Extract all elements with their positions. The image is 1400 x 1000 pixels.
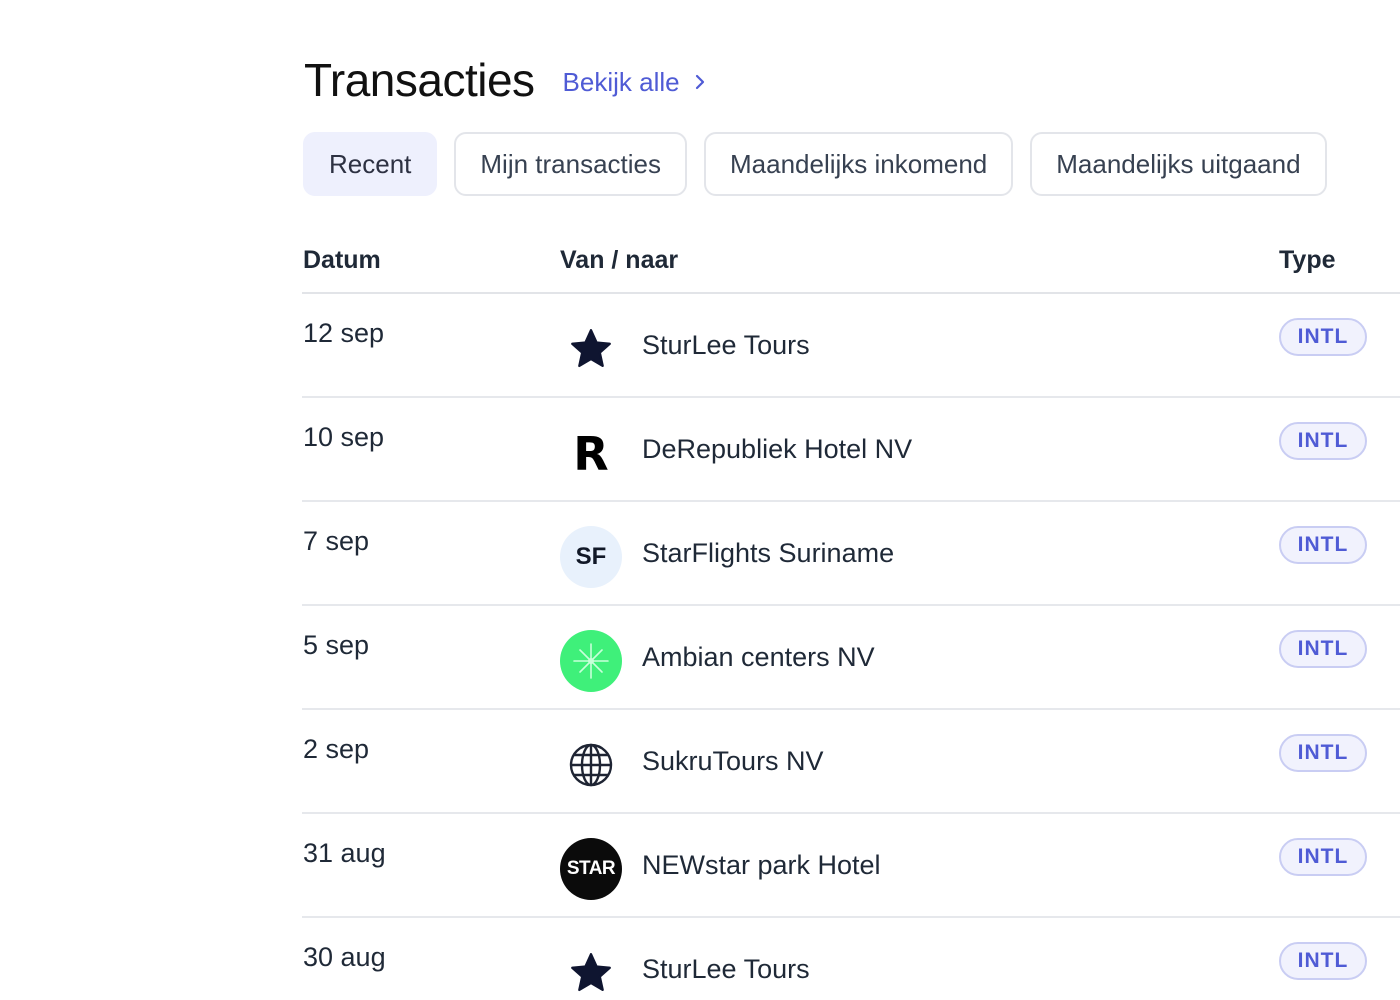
transactions-header: Transacties Bekijk alle [304,50,706,110]
sf-initials-avatar: SF [560,526,622,588]
row-party-name: StarFlights Suriname [642,538,895,568]
row-party-name: SukruTours NV [642,746,824,776]
view-all-label: Bekijk alle [562,66,680,97]
table-row[interactable]: 5 sep Ambian centers NV INTL [302,606,1400,710]
r-logo-icon: R [560,422,622,484]
tab-recent[interactable]: Recent [303,132,438,196]
table-row[interactable]: 7 sep SF StarFlights Suriname INTL [302,502,1400,606]
globe-icon [560,734,622,796]
r-logo-letter: R [573,428,608,478]
type-badge: INTL [1279,526,1367,564]
type-badge: INTL [1279,630,1367,668]
star-text-logo: STAR [560,838,622,900]
green-sparkle-icon [560,630,622,692]
type-badge: INTL [1279,318,1367,356]
row-party-name: NEWstar park Hotel [642,850,881,880]
column-header-type: Type [1279,246,1336,274]
view-all-link[interactable]: Bekijk alle [563,67,706,98]
page-title: Transacties [304,54,535,106]
table-row[interactable]: 30 aug SturLee Tours INTL [302,918,1400,1000]
transactions-table: Datum Van / naar Type 12 sep SturLee Tou… [302,230,1400,1000]
chevron-right-icon [695,74,704,90]
transactions-page: Transacties Bekijk alle Recent Mijn tran… [0,0,1400,1000]
row-date: 30 aug [303,942,386,972]
row-party-name: Ambian centers NV [642,642,875,672]
tab-monthly-outgoing[interactable]: Maandelijks uitgaand [1030,132,1327,196]
table-row[interactable]: 2 sep SukruTours NV INTL [302,710,1400,814]
type-badge: INTL [1279,422,1367,460]
column-header-date: Datum [303,246,381,274]
table-row[interactable]: 31 aug STAR NEWstar park Hotel INTL [302,814,1400,918]
star-icon [560,318,622,380]
row-party-name: SturLee Tours [642,954,810,984]
table-row[interactable]: 10 sep R DeRepubliek Hotel NV INTL [302,398,1400,502]
row-date: 31 aug [303,838,386,868]
row-date: 5 sep [303,630,370,660]
row-date: 7 sep [303,526,370,556]
filter-tabs: Recent Mijn transacties Maandelijks inko… [303,132,1344,196]
table-header: Datum Van / naar Type [302,230,1400,294]
type-badge: INTL [1279,942,1367,980]
tab-my-transactions[interactable]: Mijn transacties [454,132,688,196]
column-header-party: Van / naar [560,246,679,274]
row-date: 2 sep [303,734,370,764]
type-badge: INTL [1279,734,1367,772]
tab-monthly-incoming[interactable]: Maandelijks inkomend [704,132,1014,196]
table-row[interactable]: 12 sep SturLee Tours INTL [302,294,1400,398]
row-party-name: DeRepubliek Hotel NV [642,434,913,464]
star-icon [560,942,622,1000]
row-date: 12 sep [303,318,385,348]
type-badge: INTL [1279,838,1367,876]
row-party-name: SturLee Tours [642,330,810,360]
row-date: 10 sep [303,422,385,452]
